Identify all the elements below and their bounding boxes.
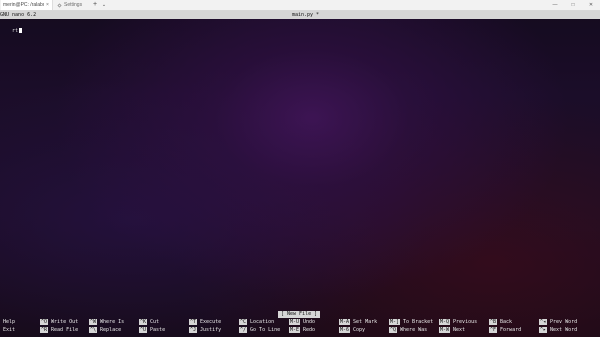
minimize-icon[interactable]: —: [546, 0, 564, 10]
status-row: [ New File ]: [0, 311, 600, 318]
shortcut-label: Next: [453, 327, 466, 333]
shortcut-key: ^J: [189, 327, 198, 333]
shortcut-label: Justify: [200, 327, 222, 333]
shortcut-label: Where Was: [400, 327, 428, 333]
shortcut-paste[interactable]: ^U Paste: [139, 326, 165, 334]
plus-icon[interactable]: +: [91, 0, 99, 10]
shortcut-next[interactable]: M-W Next: [439, 326, 465, 334]
close-icon[interactable]: ×: [45, 2, 50, 8]
tab-terminal[interactable]: merin@PC: /ralabo ×: [1, 0, 53, 10]
shortcut-label: Write Out: [51, 319, 79, 325]
shortcut-label: Help: [3, 319, 16, 325]
shortcut-key: ^O: [40, 319, 49, 325]
shortcut-where-is[interactable]: ^W Where Is: [89, 318, 124, 326]
shortcut-label: Go To Line: [250, 327, 281, 333]
shortcut-replace[interactable]: ^\ Replace: [89, 326, 121, 334]
shortcut-write-out[interactable]: ^O Write Out: [40, 318, 78, 326]
shortcut-key: ^/: [239, 327, 248, 333]
shortcut-key: M-E: [289, 327, 301, 333]
status-message: [ New File ]: [278, 311, 321, 318]
shortcut-key: ^\: [89, 327, 98, 333]
shortcut-key: ^R: [40, 327, 49, 333]
shortcut-label: Execute: [200, 319, 222, 325]
tab-label: merin@PC: /ralabo: [3, 2, 44, 8]
shortcut-key: M-A: [339, 319, 351, 325]
modified-marker: *: [316, 12, 320, 18]
gear-icon: [57, 2, 62, 8]
cursor: [19, 28, 23, 33]
terminal-window: merin@PC: /ralabo × Settings + ⌄ — □ ✕ G…: [0, 0, 600, 337]
window-controls: — □ ✕: [546, 0, 600, 10]
maximize-icon[interactable]: □: [564, 0, 582, 10]
shortcut-label: To Bracket: [403, 319, 434, 325]
shortcut-key: ^B: [489, 319, 498, 325]
shortcut-label: Copy: [353, 327, 366, 333]
shortcut-location[interactable]: ^C Location: [239, 318, 274, 326]
shortcut-next-word[interactable]: ^▸ Next Word: [539, 326, 577, 334]
shortcut-back[interactable]: ^B Back: [489, 318, 512, 326]
shortcut-key: ^F: [489, 327, 498, 333]
shortcut-help[interactable]: Help: [0, 318, 15, 326]
shortcut-copy[interactable]: M-6 Copy: [339, 326, 365, 334]
editor-text: rt: [12, 28, 19, 34]
editor-line[interactable]: rt: [0, 19, 600, 34]
shortcut-label: Set Mark: [353, 319, 378, 325]
shortcut-key: M-6: [339, 327, 351, 333]
shortcut-label: Forward: [500, 327, 522, 333]
shortcut-execute[interactable]: ^T Execute: [189, 318, 221, 326]
shortcut-set-mark[interactable]: M-A Set Mark: [339, 318, 377, 326]
shortcut-label: Cut: [150, 319, 160, 325]
tab-settings[interactable]: Settings: [55, 0, 89, 10]
shortcut-label: Prev Word: [550, 319, 578, 325]
shortcut-key: M-U: [289, 319, 301, 325]
shortcut-label: Undo: [303, 319, 316, 325]
nano-version: GNU nano 6.2: [0, 12, 37, 18]
shortcut-label: Exit: [3, 327, 16, 333]
shortcut-key: M-Q: [439, 319, 451, 325]
nano-header: GNU nano 6.2 main.py *: [0, 11, 600, 19]
shortcut-read-file[interactable]: ^R Read File: [40, 326, 78, 334]
shortcut-label: Next Word: [550, 327, 578, 333]
shortcut-label: Location: [250, 319, 275, 325]
shortcut-key: ^C: [239, 319, 248, 325]
shortcut-forward[interactable]: ^F Forward: [489, 326, 521, 334]
window-titlebar: merin@PC: /ralabo × Settings + ⌄ — □ ✕: [0, 0, 600, 11]
shortcut-label: Previous: [453, 319, 478, 325]
shortcut-key: ^▸: [539, 327, 548, 333]
shortcut-key: M-]: [389, 319, 401, 325]
shortcut-label: Redo: [303, 327, 316, 333]
shortcut-redo[interactable]: M-E Redo: [289, 326, 315, 334]
shortcut-prev-word[interactable]: ^◂ Prev Word: [539, 318, 577, 326]
shortcut-label: Read File: [51, 327, 79, 333]
shortcut-go-to-line[interactable]: ^/ Go To Line: [239, 326, 280, 334]
shortcut-previous[interactable]: M-Q Previous: [439, 318, 477, 326]
shortcut-key: M-W: [439, 327, 451, 333]
shortcut-label: Back: [500, 319, 513, 325]
close-icon[interactable]: ✕: [582, 0, 600, 10]
shortcut-to-bracket[interactable]: M-] To Bracket: [389, 318, 433, 326]
shortcut-key: ^W: [89, 319, 98, 325]
file-name: main.py: [292, 12, 314, 18]
shortcut-undo[interactable]: M-U Undo: [289, 318, 315, 326]
shortcut-key: ^K: [139, 319, 148, 325]
chevron-down-icon[interactable]: ⌄: [100, 0, 108, 10]
shortcut-cut[interactable]: ^K Cut: [139, 318, 159, 326]
shortcut-exit[interactable]: Exit: [0, 326, 15, 334]
shortcut-key: ^U: [139, 327, 148, 333]
shortcut-key: ^Q: [389, 327, 398, 333]
shortcut-label: Where Is: [100, 319, 125, 325]
tab-label: Settings: [64, 2, 83, 8]
shortcut-label: Replace: [100, 327, 122, 333]
shortcut-where-was[interactable]: ^Q Where Was: [389, 326, 427, 334]
shortcut-key: ^T: [189, 319, 198, 325]
shortcut-justify[interactable]: ^J Justify: [189, 326, 221, 334]
shortcut-key: ^◂: [539, 319, 548, 325]
shortcut-label: Paste: [150, 327, 166, 333]
